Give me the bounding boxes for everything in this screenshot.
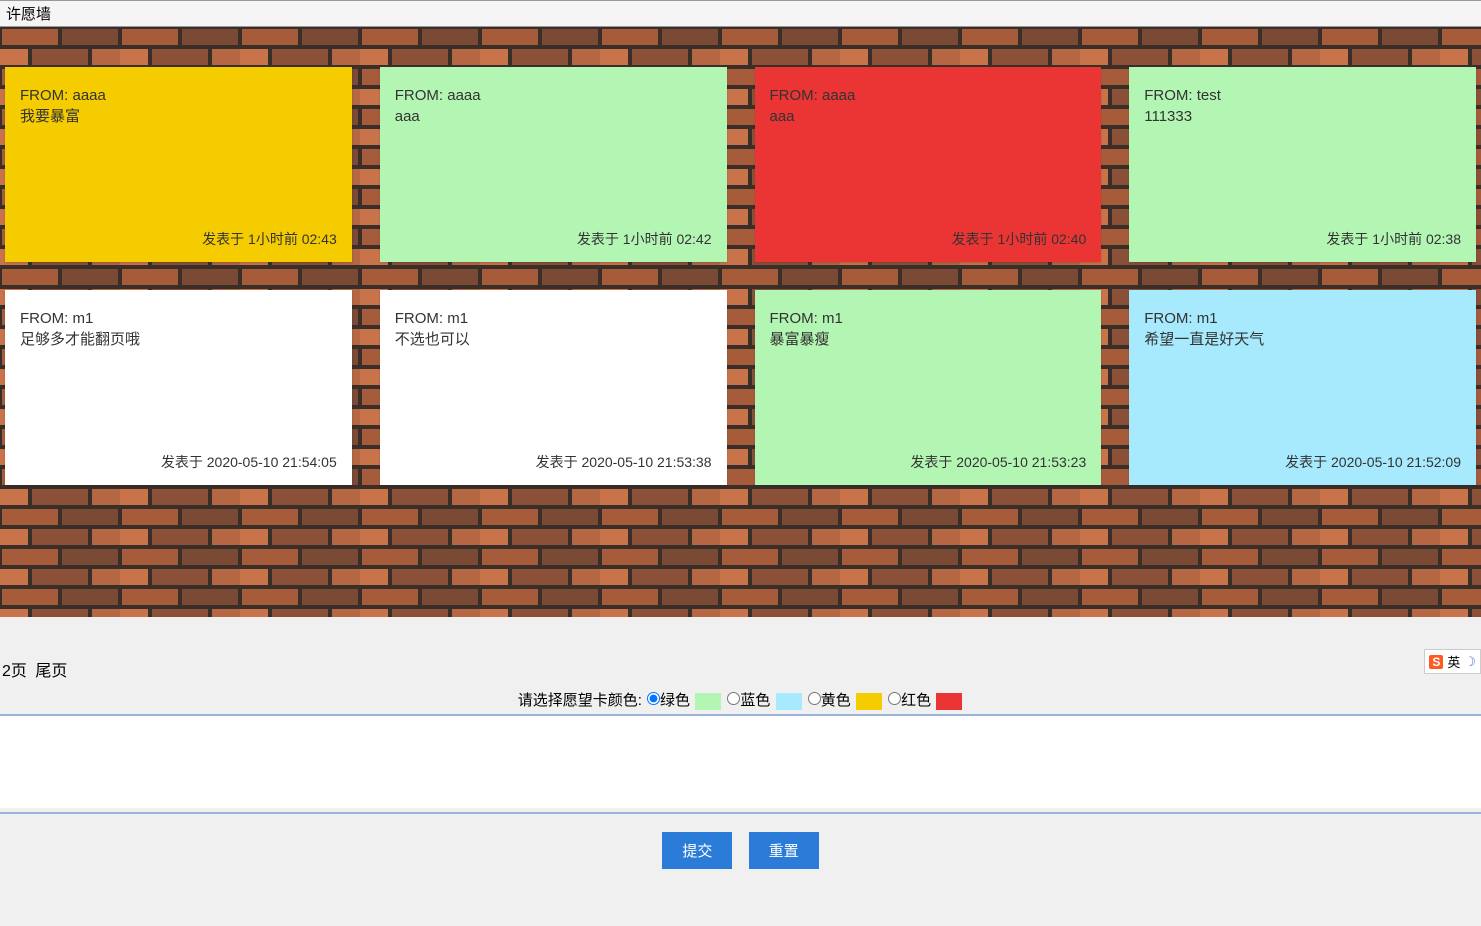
submit-button[interactable]: 提交 [662,832,732,869]
card-from: FROM: aaaa [395,85,712,106]
radio-blue[interactable] [727,692,740,705]
card-message: 足够多才能翻页哦 [20,329,337,350]
card-from: FROM: aaaa [20,85,337,106]
swatch-blue [776,693,802,710]
ime-indicator[interactable]: S 英 ☽ [1424,649,1481,674]
card-time: 发表于 2020-05-10 21:53:38 [395,453,712,473]
last-page-link[interactable]: 尾页 [35,663,67,680]
wish-card[interactable]: FROM: aaaaaaa 发表于 1小时前 02:40 [755,67,1102,262]
reset-button[interactable]: 重置 [749,832,819,869]
color-option-green[interactable]: 绿色 [647,692,725,709]
card-message: aaa [395,106,712,127]
page-title: 许愿墙 [6,6,51,23]
card-message: 暴富暴瘦 [770,329,1087,350]
color-picker-row: 请选择愿望卡颜色: 绿色 蓝色 黄色 红色 [0,689,1481,716]
form-section: 2页 尾页 S 英 ☽ 请选择愿望卡颜色: 绿色 蓝色 黄色 红色 提交 [0,617,1481,899]
wish-textarea[interactable] [0,716,1481,808]
window-title-bar: 许愿墙 [0,0,1481,27]
ime-lang: 英 [1447,652,1460,671]
card-time: 发表于 1小时前 02:38 [1144,230,1461,250]
wish-card[interactable]: FROM: aaaaaaa 发表于 1小时前 02:42 [380,67,727,262]
card-message: 希望一直是好天气 [1144,329,1461,350]
wish-card[interactable]: FROM: m1暴富暴瘦发表于 2020-05-10 21:53:23 [755,290,1102,485]
card-time: 发表于 2020-05-10 21:52:09 [1144,453,1461,473]
card-from: FROM: aaaa [770,85,1087,106]
card-message: 不选也可以 [395,329,712,350]
card-time: 发表于 2020-05-10 21:53:23 [770,453,1087,473]
wish-card[interactable]: FROM: m1足够多才能翻页哦发表于 2020-05-10 21:54:05 [5,290,352,485]
card-time: 发表于 1小时前 02:40 [770,230,1087,250]
button-row: 提交 重置 [0,814,1481,899]
wish-card[interactable]: FROM: test111333 发表于 1小时前 02:38 [1129,67,1476,262]
card-time: 发表于 1小时前 02:42 [395,230,712,250]
radio-green[interactable] [647,692,660,705]
card-message: aaa [770,106,1087,127]
card-from: FROM: test [1144,85,1461,106]
radio-red[interactable] [888,692,901,705]
card-time: 发表于 1小时前 02:43 [20,230,337,250]
color-option-red[interactable]: 红色 [888,692,962,709]
swatch-red [936,693,962,710]
ime-moon-icon: ☽ [1464,654,1476,670]
radio-yellow[interactable] [808,692,821,705]
card-from: FROM: m1 [770,308,1087,329]
card-message: 我要暴富 [20,106,337,127]
wish-card[interactable]: FROM: m1不选也可以发表于 2020-05-10 21:53:38 [380,290,727,485]
pager-row: 2页 尾页 S 英 ☽ [0,657,1481,689]
wish-card[interactable]: FROM: aaaa我要暴富发表于 1小时前 02:43 [5,67,352,262]
wish-card[interactable]: FROM: m1希望一直是好天气发表于 2020-05-10 21:52:09 [1129,290,1476,485]
color-option-yellow[interactable]: 黄色 [808,692,886,709]
wish-cards-grid: FROM: aaaa我要暴富发表于 1小时前 02:43FROM: aaaaaa… [0,27,1481,525]
swatch-yellow [856,693,882,710]
card-message: 111333 [1144,106,1461,127]
card-from: FROM: m1 [20,308,337,329]
color-option-blue[interactable]: 蓝色 [727,692,805,709]
wish-textarea-wrap [0,716,1481,814]
card-from: FROM: m1 [395,308,712,329]
color-picker-label: 请选择愿望卡颜色: [518,692,642,709]
brick-wall-background: FROM: aaaa我要暴富发表于 1小时前 02:43FROM: aaaaaa… [0,27,1481,617]
card-time: 发表于 2020-05-10 21:54:05 [20,453,337,473]
swatch-green [695,693,721,710]
page-2-link[interactable]: 2页 [2,663,27,680]
ime-s-icon: S [1429,655,1443,669]
card-from: FROM: m1 [1144,308,1461,329]
